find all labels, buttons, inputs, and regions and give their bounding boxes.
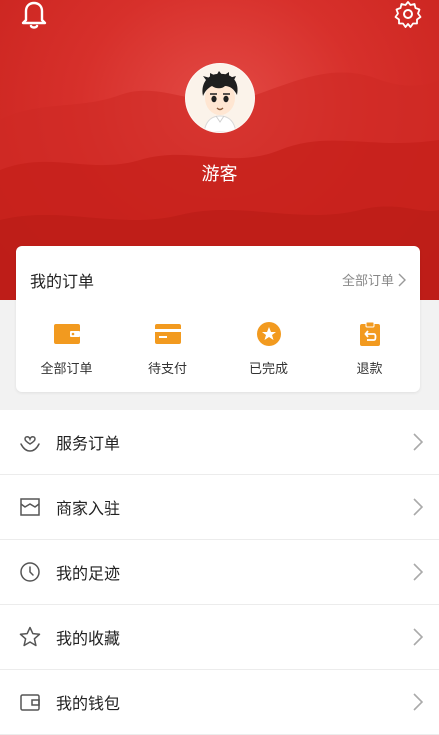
menu-item-wallet[interactable]: 我的钱包: [0, 670, 439, 735]
all-orders-link[interactable]: 全部订单: [342, 270, 406, 289]
menu-item-favorites[interactable]: 我的收藏: [0, 605, 439, 670]
orders-title: 我的订单: [30, 272, 95, 291]
order-completed-button[interactable]: 已完成: [218, 320, 319, 377]
store-icon: [20, 498, 40, 516]
clock-icon: [20, 562, 40, 582]
chevron-right-icon: [413, 433, 423, 451]
order-pending-payment-label: 待支付: [147, 362, 187, 377]
my-orders-card: 我的订单 全部订单 全部订单 待支付 已完成 退款: [16, 246, 420, 392]
avatar-illustration: [186, 64, 254, 132]
bell-icon[interactable]: [18, 0, 50, 30]
chevron-right-icon: [413, 628, 423, 646]
menu-item-merchant-onboarding[interactable]: 商家入驻: [0, 475, 439, 540]
chevron-right-icon: [413, 563, 423, 581]
order-status-row: 全部订单 待支付 已完成 退款: [16, 320, 420, 377]
menu-item-label: 商家入驻: [56, 499, 121, 518]
menu-item-label: 我的收藏: [56, 629, 121, 648]
menu-item-label: 我的足迹: [56, 564, 121, 583]
gear-icon[interactable]: [393, 0, 423, 30]
username: 游客: [201, 164, 238, 185]
menu-item-service-orders[interactable]: 服务订单: [0, 410, 439, 475]
menu-item-label: 服务订单: [56, 434, 121, 453]
star-icon: [19, 626, 41, 647]
menu-item-footprints[interactable]: 我的足迹: [0, 540, 439, 605]
wallet-outline-icon: [20, 694, 40, 711]
chevron-right-icon: [398, 273, 406, 286]
order-refund-button[interactable]: 退款: [319, 320, 420, 377]
order-pending-payment-button[interactable]: 待支付: [117, 320, 218, 377]
chevron-right-icon: [413, 498, 423, 516]
chevron-right-icon: [413, 693, 423, 711]
menu-list: 服务订单 商家入驻 我的足迹 我的收藏 我的钱包: [0, 410, 439, 735]
heart-hand-icon: [20, 436, 40, 452]
order-completed-label: 已完成: [248, 362, 288, 377]
menu-item-label: 我的钱包: [56, 694, 121, 713]
wallet-icon: [53, 324, 80, 344]
refund-icon: [359, 321, 380, 346]
order-all-button[interactable]: 全部订单: [16, 320, 117, 377]
avatar[interactable]: [185, 63, 255, 133]
card-icon: [154, 324, 181, 344]
order-refund-label: 退款: [356, 362, 383, 377]
order-all-label: 全部订单: [40, 362, 93, 377]
completed-badge-icon: [256, 322, 281, 346]
all-orders-link-label: 全部订单: [341, 274, 394, 289]
